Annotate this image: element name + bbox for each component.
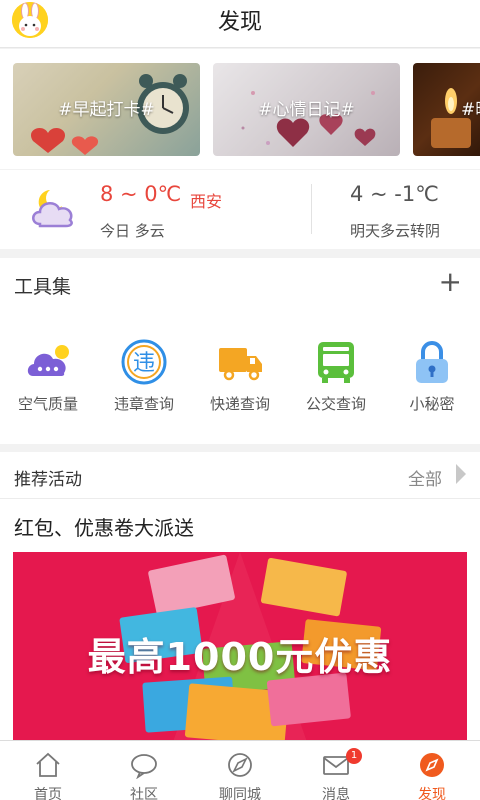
tab-label: 消息 [322, 787, 350, 800]
tab-home[interactable]: 首页 [0, 741, 96, 800]
weather-divider [311, 184, 312, 234]
add-tool-button[interactable]: + [439, 266, 462, 298]
tool-delivery[interactable]: 快递查询 [192, 333, 288, 423]
banner-label: #晒 [461, 100, 480, 120]
tools-title: 工具集 [14, 276, 72, 298]
lock-icon [416, 341, 448, 383]
tab-label: 首页 [34, 787, 62, 800]
tab-community[interactable]: 社区 [96, 741, 192, 800]
tool-traffic-violation[interactable]: 违 违章查询 [96, 333, 192, 423]
tool-secret[interactable]: 小秘密 [384, 333, 480, 423]
discover-icon [420, 753, 444, 777]
chevron-right-icon[interactable] [456, 464, 466, 484]
banner-card[interactable]: #心情日记# [213, 63, 400, 156]
weather-card[interactable]: 8 ~ 0℃ 西安 今日 多云 4 ~ -1℃ 明天多云转阴 [0, 170, 480, 249]
tool-label: 小秘密 [409, 395, 455, 413]
tool-label: 违章查询 [113, 395, 174, 413]
svg-text:违: 违 [133, 351, 155, 376]
tools-section: 工具集 + 空气质量 违 违章查询 快递查询 公交查询 小秘密 [0, 258, 480, 444]
city-name: 西安 [190, 192, 223, 211]
tomorrow-temperature: 4 ~ -1℃ [350, 182, 439, 206]
top-bar: 发现 [0, 0, 480, 48]
tool-label: 公交查询 [305, 395, 366, 413]
banner-label: #早起打卡# [58, 100, 155, 120]
recommended-activities: 推荐活动 全部 红包、优惠卷大派送 最高1000元优惠 [0, 452, 480, 742]
delivery-truck-icon [219, 348, 262, 381]
promo-banner[interactable]: 最高1000元优惠 [13, 552, 467, 742]
promo-text: 最高1000元优惠 [87, 635, 393, 679]
today-description: 今日 多云 [100, 222, 165, 240]
bottom-tab-bar: 首页 社区 聊同城 1 消息 发现 [0, 740, 480, 800]
tab-discover[interactable]: 发现 [384, 741, 480, 800]
banner-card[interactable]: #晒 [413, 63, 480, 156]
tab-label: 发现 [418, 787, 446, 800]
home-icon [36, 752, 60, 777]
unread-badge: 1 [346, 748, 362, 764]
tool-label: 快递查询 [209, 395, 270, 413]
tab-label: 社区 [130, 787, 158, 800]
tool-bus[interactable]: 公交查询 [288, 333, 384, 423]
cloudy-moon-icon [32, 190, 73, 228]
view-all-link[interactable]: 全部 [408, 465, 442, 490]
banner-carousel: #早起打卡# #心情日记# #晒 [0, 49, 480, 169]
banner-label: #心情日记# [258, 100, 355, 120]
tool-air-quality[interactable]: 空气质量 [0, 333, 96, 423]
air-quality-icon [27, 345, 69, 376]
bus-icon [318, 342, 354, 383]
today-temperature: 8 ~ 0℃ [100, 182, 182, 206]
activity-headline[interactable]: 红包、优惠卷大派送 [14, 512, 194, 541]
activity-title: 推荐活动 [14, 470, 82, 490]
chat-bubble-icon [131, 754, 157, 779]
traffic-violation-icon: 违 [121, 339, 167, 385]
tab-messages[interactable]: 1 消息 [288, 741, 384, 800]
banner-card[interactable]: #早起打卡# [13, 63, 200, 156]
tab-label: 聊同城 [219, 787, 261, 800]
tool-label: 空气质量 [17, 395, 78, 413]
divider [0, 498, 480, 499]
city-compass-icon [228, 753, 252, 777]
tomorrow-description: 明天多云转阴 [350, 222, 441, 240]
page-title: 发现 [217, 10, 262, 35]
tab-city-chat[interactable]: 聊同城 [192, 741, 288, 800]
